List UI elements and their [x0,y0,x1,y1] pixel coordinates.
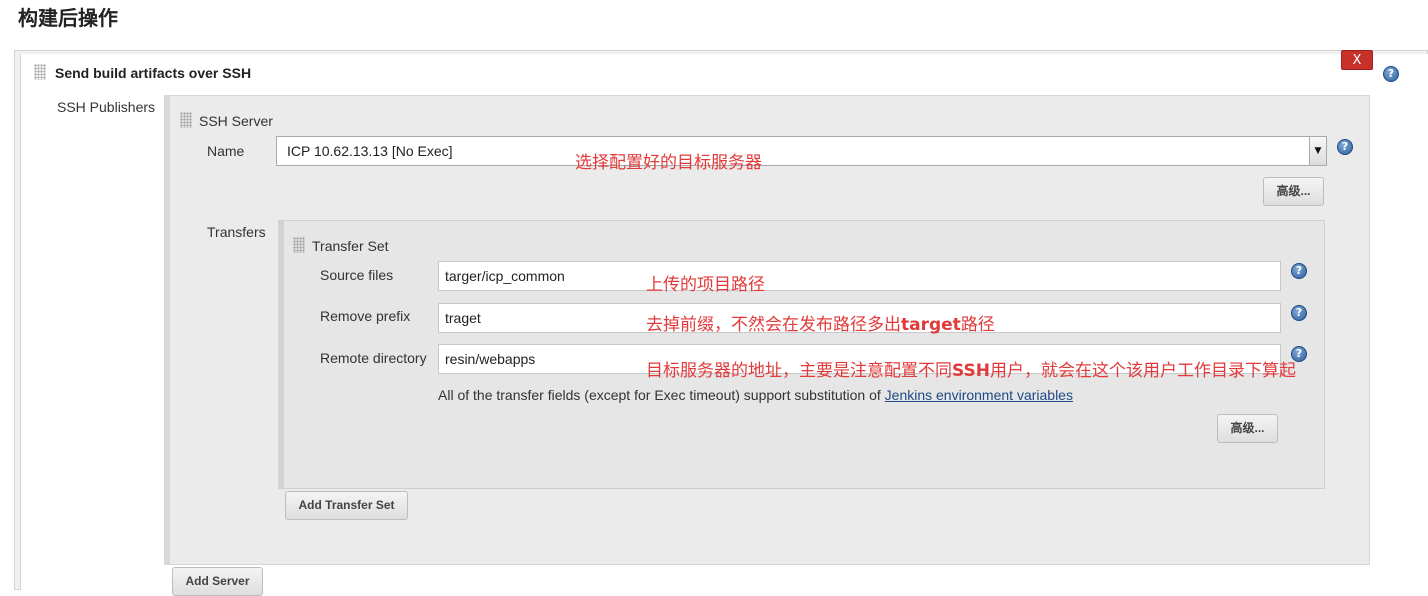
source-files-input[interactable]: targer/icp_common [438,261,1281,291]
dropdown-arrow-icon[interactable]: ▼ [1309,137,1326,165]
annotation-prefix-text-c: 路径 [960,315,995,335]
help-icon[interactable]: ? [1291,305,1307,321]
substitution-info: All of the transfer fields (except for E… [438,387,1073,403]
substitution-info-text: All of the transfer fields (except for E… [438,387,885,403]
remote-directory-label: Remote directory [320,350,427,366]
ssh-server-title: SSH Server [199,113,273,129]
server-name-select[interactable]: ICP 10.62.13.13 [No Exec] ▼ [276,136,1327,166]
annotation-name-note: 选择配置好的目标服务器 [575,153,762,173]
server-name-value: ICP 10.62.13.13 [No Exec] [287,143,453,159]
add-transfer-set-button[interactable]: Add Transfer Set [285,491,408,520]
annotation-source-note: 上传的项目路径 [646,275,765,295]
drag-handle-icon[interactable] [34,64,46,80]
server-advanced-button[interactable]: 高级... [1263,177,1324,206]
help-icon[interactable]: ? [1337,139,1353,155]
section-title: 构建后操作 [18,8,118,30]
annotation-remote-text-c: 用户，就会在这个该用户工作目录下算起 [989,361,1296,381]
annotation-remote-text-b: SSH [952,361,990,381]
plugin-title: Send build artifacts over SSH [55,65,252,81]
name-label: Name [207,143,245,159]
annotation-prefix-text-b: target [901,315,961,335]
annotation-prefix-text-a: 去掉前缀，不然会在发布路径多出 [646,315,901,335]
help-icon[interactable]: ? [1291,263,1307,279]
help-icon[interactable]: ? [1383,66,1399,82]
delete-button[interactable]: X [1341,50,1373,70]
ssh-publishers-label: SSH Publishers [57,99,156,115]
drag-handle-icon[interactable] [180,112,192,128]
annotation-remote-note: 目标服务器的地址，主要是注意配置不同SSH用户，就会在这个该用户工作目录下算起 [646,356,1296,381]
env-variables-link[interactable]: Jenkins environment variables [885,387,1073,403]
transfers-label: Transfers [207,224,266,240]
remove-prefix-label: Remove prefix [320,308,411,324]
source-files-label: Source files [320,267,394,283]
transfer-set-title: Transfer Set [312,238,389,254]
transfer-advanced-button[interactable]: 高级... [1217,414,1278,443]
drag-handle-icon[interactable] [293,237,305,253]
annotation-prefix-note: 去掉前缀，不然会在发布路径多出target路径 [646,310,995,335]
annotation-remote-text-a: 目标服务器的地址，主要是注意配置不同 [646,361,952,381]
